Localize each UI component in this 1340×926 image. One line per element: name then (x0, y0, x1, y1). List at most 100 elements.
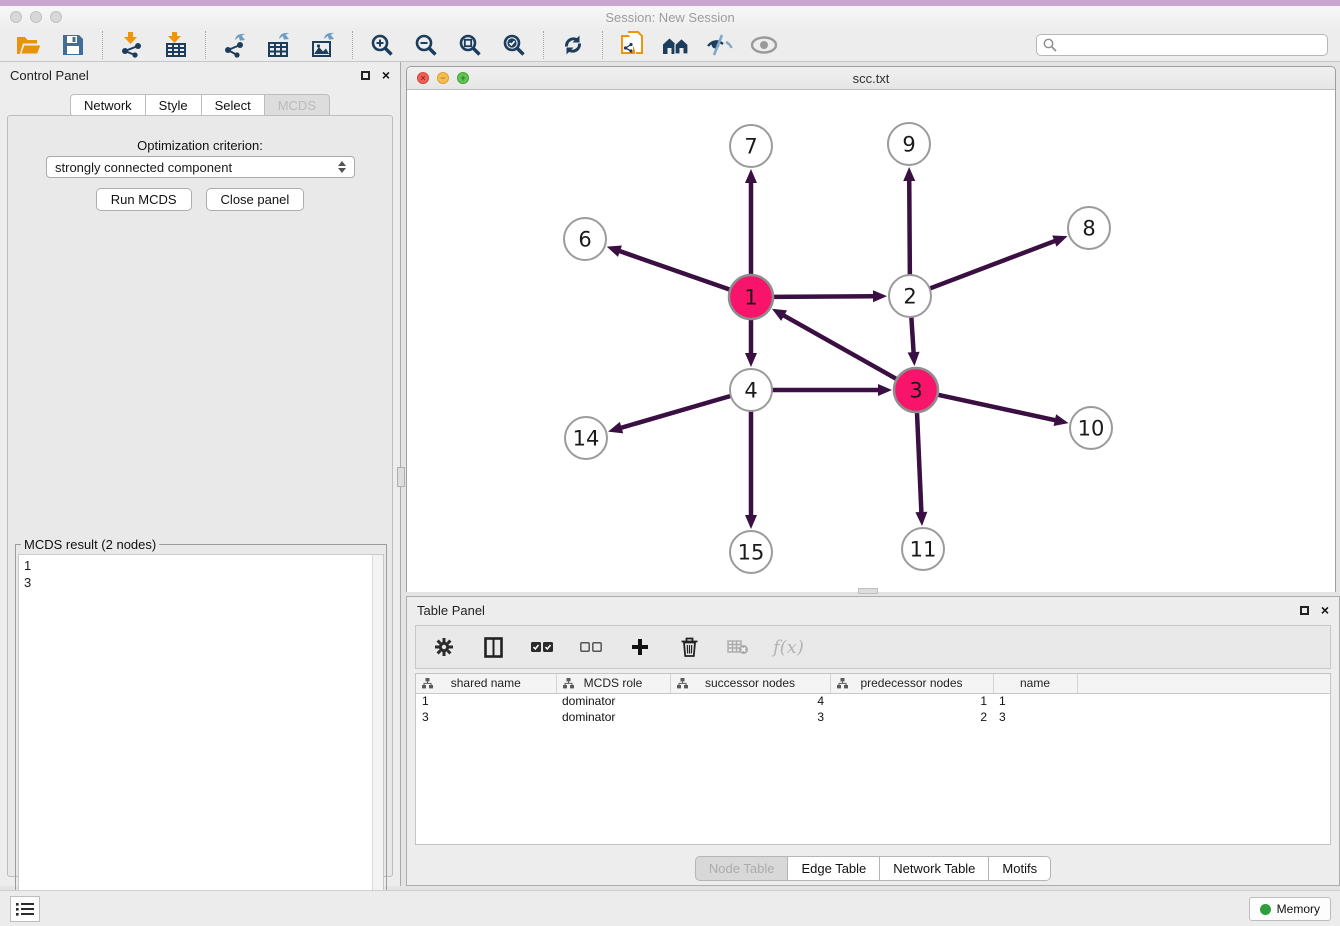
tab-node-table[interactable]: Node Table (695, 856, 788, 881)
tree-icon (422, 678, 433, 689)
save-session-button[interactable] (59, 31, 87, 59)
graph-edge-arrowhead (873, 290, 887, 302)
tab-network[interactable]: Network (70, 94, 145, 117)
import-network-button[interactable] (118, 31, 146, 59)
graph-edge-arrowhead (903, 167, 915, 181)
tab-select[interactable]: Select (201, 94, 264, 117)
tab-edge-table[interactable]: Edge Table (787, 856, 879, 881)
graph-edge-arrowhead (608, 422, 623, 434)
graph-edge-arrowhead (745, 169, 757, 183)
graph-edge[interactable] (911, 317, 913, 354)
import-table-button[interactable] (162, 31, 190, 59)
open-session-button[interactable] (15, 31, 43, 59)
memory-button[interactable]: Memory (1249, 897, 1331, 921)
main-toolbar (0, 28, 1340, 62)
graph-edge[interactable] (937, 395, 1056, 421)
delete-table-button-disabled[interactable] (724, 633, 752, 661)
table-toolbar: f(x) (415, 625, 1331, 669)
zoom-out-icon (414, 33, 438, 57)
node-table[interactable]: shared name MCDS role (415, 673, 1331, 845)
table-settings-button[interactable] (430, 633, 458, 661)
network-canvas[interactable]: 7968124314101511 (407, 90, 1335, 592)
chevron-up-down-icon (338, 161, 346, 173)
graph-edge[interactable] (930, 240, 1057, 288)
table-panel: Table Panel × (406, 596, 1340, 886)
float-panel-icon[interactable] (361, 71, 370, 80)
open-folder-icon (16, 34, 42, 56)
function-builder-button[interactable]: f(x) (773, 637, 804, 658)
add-column-button[interactable] (626, 633, 654, 661)
table-panel-title: Table Panel (417, 603, 485, 618)
tab-motifs[interactable]: Motifs (988, 856, 1051, 881)
criterion-value: strongly connected component (55, 160, 338, 175)
horizontal-splitter-handle[interactable] (858, 588, 878, 594)
unchecked-boxes-icon (580, 642, 602, 653)
graph-node-label: 6 (578, 228, 591, 252)
zoom-in-button[interactable] (368, 31, 396, 59)
select-all-button[interactable] (528, 633, 556, 661)
tree-icon (837, 678, 848, 689)
table-row[interactable]: 1 dominator 4 1 1 (416, 693, 1330, 709)
graph-edge-arrowhead (745, 353, 757, 367)
destroy-network-button[interactable] (662, 31, 690, 59)
zoom-fit-button[interactable] (456, 31, 484, 59)
graph-node-label: 10 (1078, 417, 1105, 441)
graph-edge[interactable] (782, 315, 896, 380)
column-header-name[interactable]: name (993, 674, 1077, 693)
run-mcds-button[interactable]: Run MCDS (96, 188, 192, 211)
table-row[interactable]: 3 dominator 3 2 3 (416, 709, 1330, 725)
result-line: 3 (24, 574, 367, 591)
close-panel-icon[interactable]: × (382, 68, 390, 82)
graph-edge[interactable] (909, 179, 910, 275)
optimization-criterion-label: Optimization criterion: (8, 138, 392, 153)
tab-mcds[interactable]: MCDS (264, 94, 330, 117)
export-network-button[interactable] (221, 31, 249, 59)
hide-view-button[interactable] (706, 31, 734, 59)
export-table-button[interactable] (265, 31, 293, 59)
tab-style[interactable]: Style (145, 94, 201, 117)
column-header-successor-nodes[interactable]: successor nodes (670, 674, 830, 693)
close-table-panel-icon[interactable]: × (1321, 603, 1329, 617)
delete-column-button[interactable] (675, 633, 703, 661)
graph-edge[interactable] (917, 412, 921, 514)
memory-label: Memory (1277, 902, 1320, 916)
control-panel-title: Control Panel (10, 68, 89, 83)
table-tabs: Node Table Edge Table Network Table Moti… (407, 856, 1339, 881)
show-view-button[interactable] (750, 31, 778, 59)
graph-node-label: 7 (744, 135, 757, 159)
column-header-predecessor-nodes[interactable]: predecessor nodes (830, 674, 993, 693)
task-history-button[interactable] (10, 896, 40, 922)
criterion-select[interactable]: strongly connected component (46, 156, 355, 178)
tab-network-table[interactable]: Network Table (879, 856, 988, 881)
float-table-panel-icon[interactable] (1300, 606, 1309, 615)
graph-node-label: 1 (744, 286, 757, 310)
refresh-layout-button[interactable] (559, 31, 587, 59)
graph-node-label: 4 (744, 379, 757, 403)
close-panel-button[interactable]: Close panel (206, 188, 305, 211)
export-image-button[interactable] (309, 31, 337, 59)
column-visibility-button[interactable] (479, 633, 507, 661)
result-scrollbar[interactable] (372, 555, 383, 918)
network-graph: 7968124314101511 (407, 90, 1335, 592)
vertical-splitter-handle[interactable] (397, 467, 405, 487)
mcds-result-area[interactable]: 1 3 (18, 554, 384, 919)
houses-icon (662, 35, 690, 55)
search-input[interactable] (1036, 34, 1328, 56)
refresh-icon (561, 33, 585, 57)
zoom-selected-button[interactable] (500, 31, 528, 59)
graph-edge[interactable] (620, 396, 731, 428)
clone-network-button[interactable] (618, 31, 646, 59)
graph-edge-arrowhead (878, 384, 892, 396)
graph-node-label: 9 (902, 133, 915, 157)
memory-status-dot (1260, 904, 1271, 915)
graph-node-label: 3 (909, 379, 922, 403)
deselect-all-button[interactable] (577, 633, 605, 661)
zoom-out-button[interactable] (412, 31, 440, 59)
graph-edge[interactable] (618, 251, 730, 290)
graph-edge[interactable] (773, 296, 875, 297)
column-header-shared-name[interactable]: shared name (416, 674, 556, 693)
network-view-window: × − + scc.txt 7968124314101511 (406, 66, 1336, 592)
control-panel-header: Control Panel × (0, 62, 400, 88)
column-header-mcds-role[interactable]: MCDS role (556, 674, 670, 693)
mcds-result-title: MCDS result (2 nodes) (21, 537, 159, 552)
